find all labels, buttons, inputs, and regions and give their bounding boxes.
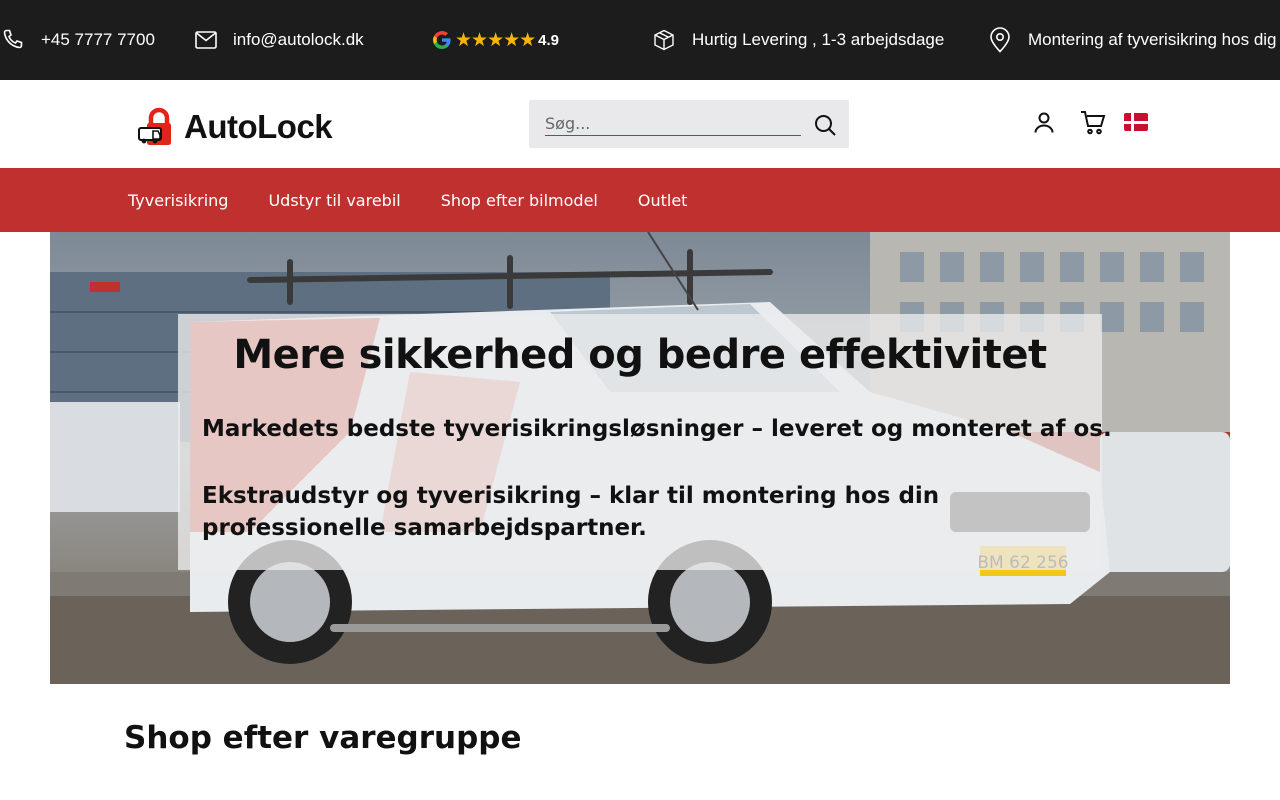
user-icon[interactable] [1032, 110, 1056, 134]
nav-item-udstyr-til-varebil[interactable]: Udstyr til varebil [268, 191, 400, 210]
hero-banner[interactable]: BM 62 256 Mere sikkerhed og bedre effekt… [50, 232, 1230, 684]
rating-score: 4.9 [538, 31, 560, 49]
lock-logo-icon [138, 107, 171, 145]
nav-item-shop-efter-bilmodel[interactable]: Shop efter bilmodel [441, 191, 598, 210]
google-icon [433, 31, 451, 49]
search-input[interactable] [545, 112, 801, 136]
email-contact[interactable]: info@autolock.dk [195, 0, 364, 80]
nav-item-outlet[interactable]: Outlet [638, 191, 688, 210]
phone-icon [3, 29, 23, 49]
top-info-bar: +45 7777 7700 info@autolock.dk ★★★★★ 4.9… [0, 0, 1280, 80]
mounting-text: Montering af tyverisikring hos dig [1028, 30, 1277, 49]
email-address[interactable]: info@autolock.dk [233, 30, 364, 50]
logo[interactable]: AutoLock [138, 106, 333, 148]
hero-text-box: Mere sikkerhed og bedre effektivitet Mar… [178, 314, 1112, 570]
logo-text: AutoLock [184, 108, 333, 145]
star-icon: ★★★★★ [455, 29, 536, 51]
delivery-info: Hurtig Levering , 1-3 arbejdsdage [653, 0, 944, 80]
package-icon [654, 29, 674, 51]
flag-denmark-icon[interactable] [1124, 113, 1148, 131]
main-nav: Tyverisikring Udstyr til varebil Shop ef… [0, 168, 1280, 232]
map-pin-icon [990, 27, 1010, 53]
hero-subtitle-2: Ekstraudstyr og tyverisikring – klar til… [202, 483, 940, 541]
delivery-text: Hurtig Levering , 1-3 arbejdsdage [692, 30, 945, 49]
search-box [529, 100, 849, 148]
search-icon[interactable] [813, 113, 837, 137]
nav-item-tyverisikring[interactable]: Tyverisikring [128, 191, 228, 210]
mounting-info: Montering af tyverisikring hos dig [989, 0, 1277, 80]
hero-subtitle-1: Markedets bedste tyverisikringsløsninger… [202, 416, 1112, 442]
mail-icon [195, 31, 217, 49]
section-title: Shop efter varegruppe [124, 720, 522, 756]
phone-number[interactable]: +45 7777 7700 [41, 30, 155, 50]
google-rating[interactable]: ★★★★★ 4.9 [432, 0, 559, 80]
hero-title: Mere sikkerhed og bedre effektivitet [233, 332, 1047, 378]
cart-icon[interactable] [1080, 110, 1106, 136]
phone-contact[interactable]: +45 7777 7700 [0, 0, 155, 80]
site-header: AutoLock [0, 80, 1280, 168]
